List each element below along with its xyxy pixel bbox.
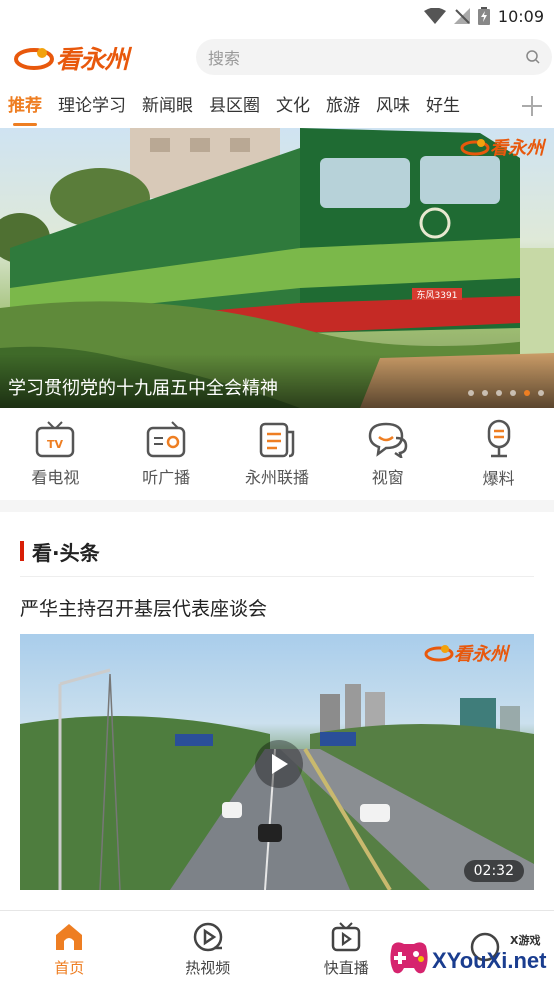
carousel-indicator (468, 390, 544, 396)
home-icon (56, 923, 83, 950)
nav-home[interactable]: 首页 (14, 921, 124, 978)
app-logo[interactable]: 看永州 (14, 38, 144, 78)
play-icon (272, 754, 288, 774)
no-signal-icon (453, 8, 470, 24)
carousel-dot (538, 390, 544, 396)
logo-text: 看永州 (56, 45, 129, 74)
category-tabs: 推荐 理论学习 新闻眼 县区圈 文化 旅游 风味 好生 (0, 84, 554, 128)
video-duration: 02:32 (463, 860, 524, 882)
watermark-logo-icon (460, 139, 490, 156)
banner-watermark-text: 看永州 (490, 138, 544, 159)
video-watermark: 看永州 (424, 640, 508, 666)
banner-watermark: 看永州 (460, 134, 544, 160)
section-header: 看·头条 (20, 526, 534, 577)
banner-caption: 学习贯彻党的十九届五中全会精神 (0, 354, 554, 408)
svg-text:TV: TV (47, 438, 64, 451)
quick-links: TV 看电视 听广播 永州联播 视窗 爆料 (0, 408, 554, 501)
nav-hot-video[interactable]: 热视频 (153, 921, 263, 978)
section-mark (20, 541, 24, 561)
news-icon (259, 422, 295, 458)
carousel-dot-active (524, 390, 530, 396)
live-tv-icon (332, 921, 361, 951)
search-bar[interactable]: 搜索 (196, 39, 552, 75)
add-tab-button[interactable] (510, 84, 554, 128)
section-divider (0, 500, 554, 512)
nav-label: 热视频 (185, 958, 231, 977)
site-watermark-text: XYouXi.net (432, 948, 547, 973)
tab-culture[interactable]: 文化 (268, 84, 318, 128)
article-video[interactable]: 看永州 02:32 (20, 634, 534, 890)
logo-swoosh-icon (14, 48, 54, 70)
search-icon (526, 50, 540, 64)
nav-label: 快直播 (323, 958, 369, 977)
quick-link-label: 永州联播 (244, 468, 309, 487)
quick-link-label: 视窗 (371, 468, 404, 487)
clock: 10:09 (497, 6, 544, 26)
video-watermark-text: 看永州 (454, 644, 508, 665)
train-plate: 东风3391 (417, 289, 458, 301)
status-bar: 10:09 (0, 0, 554, 32)
site-watermark: X游戏 XYouXi.net (384, 926, 550, 984)
tv-icon: TV (36, 421, 75, 458)
quick-link-label: 爆料 (482, 469, 515, 488)
tabs-fade (486, 84, 510, 128)
plus-icon (522, 96, 542, 116)
quick-link-window[interactable]: 视窗 (338, 420, 438, 488)
nav-label: 首页 (54, 958, 85, 977)
carousel-dot (496, 390, 502, 396)
play-button[interactable] (255, 740, 303, 788)
quick-link-report[interactable]: 爆料 (449, 419, 549, 489)
chat-icon (368, 422, 408, 458)
tab-flavor[interactable]: 风味 (368, 84, 418, 128)
tab-county[interactable]: 县区圈 (201, 84, 268, 128)
search-placeholder: 搜索 (208, 49, 241, 68)
tab-news-eye[interactable]: 新闻眼 (134, 84, 201, 128)
carousel-dot (482, 390, 488, 396)
carousel-dot (468, 390, 474, 396)
carousel-dot (510, 390, 516, 396)
quick-link-label: 听广播 (142, 468, 191, 487)
play-circle-icon (193, 922, 222, 951)
quick-link-radio[interactable]: 听广播 (116, 420, 216, 488)
quick-link-label: 看电视 (31, 468, 80, 487)
radio-icon (146, 421, 186, 458)
gamepad-icon (390, 942, 428, 974)
microphone-icon (487, 419, 510, 458)
quick-link-tv[interactable]: TV 看电视 (5, 420, 105, 488)
tab-more-partial[interactable]: 好生 (418, 84, 468, 128)
article-title[interactable]: 严华主持召开基层代表座谈会 (20, 594, 534, 621)
watermark-logo-icon (424, 645, 454, 662)
tab-theory[interactable]: 理论学习 (50, 84, 134, 128)
section-title: 看·头条 (32, 540, 100, 565)
app-header: 看永州 搜索 (0, 34, 554, 80)
tab-recommend[interactable]: 推荐 (0, 84, 50, 128)
battery-icon (477, 7, 490, 25)
site-watermark-sub: X游戏 (510, 934, 541, 947)
wifi-icon (423, 8, 446, 24)
banner-carousel[interactable]: 东风3391 看永州 学习贯彻党的十九届五中全会精神 (0, 128, 554, 408)
tab-travel[interactable]: 旅游 (318, 84, 368, 128)
quick-link-broadcast[interactable]: 永州联播 (227, 420, 327, 488)
